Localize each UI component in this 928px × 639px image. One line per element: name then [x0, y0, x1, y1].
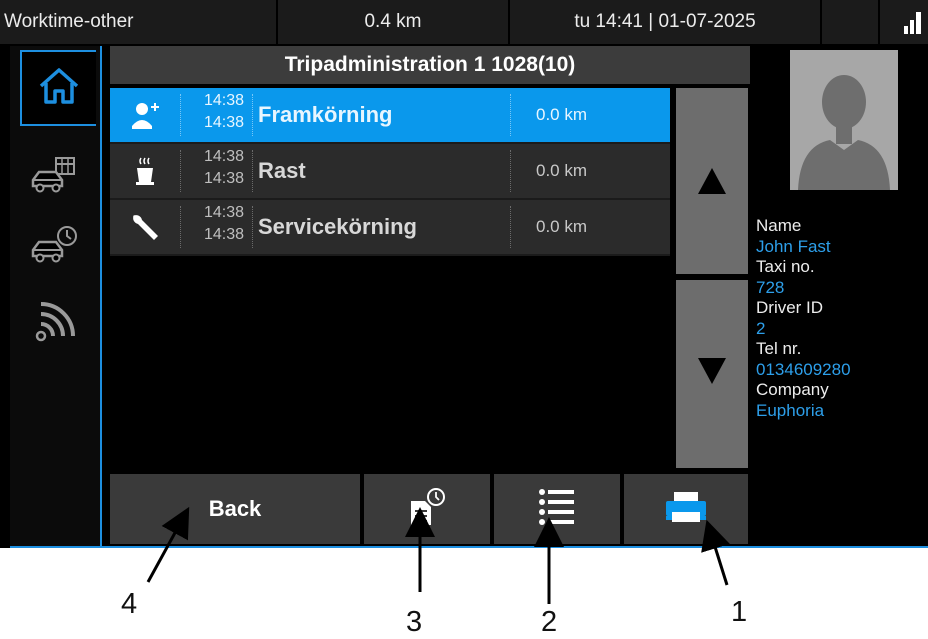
callout-1: 1 [731, 596, 748, 628]
callout-4: 4 [121, 588, 138, 620]
callout-3: 3 [406, 606, 423, 638]
callout-arrows [146, 506, 730, 604]
callout-2: 2 [541, 606, 558, 638]
